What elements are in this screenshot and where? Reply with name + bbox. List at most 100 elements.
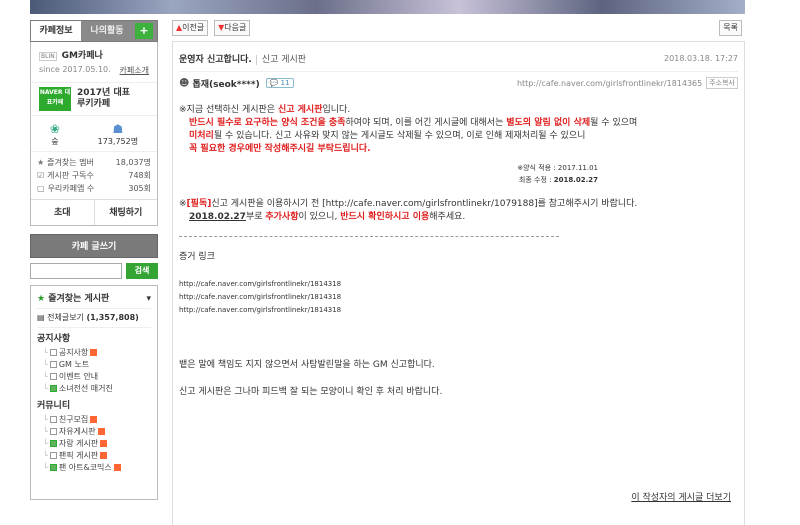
sidebar: 카페정보 나의활동 + BLIN GM카페나 since 2017.05.10.… (30, 20, 158, 500)
evidence-label: 증거 링크 (179, 252, 215, 262)
board-icon (49, 385, 57, 392)
stat-rank[interactable]: ❀ 숲 (50, 122, 60, 147)
sidebar-menu-item[interactable]: └ 팬 아트&코믹스 (37, 462, 151, 474)
notice-line-2: 반드시 필수로 요구하는 양식 조건을 충족하여야 되며, 이를 어긴 게시글에… (189, 118, 638, 128)
sidebar-menu-item[interactable]: └ GM 노트 (37, 359, 151, 371)
menu-item-label: 팬 아트&코믹스 (58, 463, 112, 472)
author-name[interactable]: 톱재(seok****) (192, 77, 259, 90)
menu-item-label: 친구모집 (58, 415, 89, 424)
tree-line: └ (43, 427, 48, 436)
award-line-2: 루키카페 (77, 99, 111, 109)
next-post-button[interactable]: ▼다음글 (214, 20, 251, 36)
stat-members[interactable]: ☗ 173,752명 (98, 122, 138, 147)
board-category-link[interactable]: 신고 게시판 (255, 55, 307, 65)
list-button[interactable]: 목록 (719, 20, 742, 36)
tab-add-button[interactable]: + (135, 23, 153, 39)
article-title: 운영자 신고합니다. 신고 게시판 (179, 52, 307, 65)
form-modified-date: 최종 수정 : 2018.02.27 (518, 176, 598, 184)
naver-award-badge: NAVER 대표카페 (39, 87, 71, 111)
menu-section-title: 커뮤니티 (37, 401, 71, 411)
tab-cafe-info[interactable]: 카페정보 (31, 21, 81, 41)
board-icon (49, 416, 57, 423)
notice-line-6: 2018.02.27부로 추가사항이 있으니, 반드시 확인하시고 이용해주세요… (189, 212, 466, 222)
board-menu: ★ 즐겨찾는 게시판 ▾ ▤ 전체글보기 (1,357,808) 공지사항 └ 공지… (30, 285, 158, 500)
tree-line: └ (43, 415, 48, 424)
tree-line: └ (43, 360, 48, 369)
search-button[interactable]: 검색 (126, 263, 158, 279)
article-body: ※지금 선택하신 게시판은 신고 게시판입니다. 반드시 필수로 요구하는 양식… (179, 94, 738, 399)
row-app: ▢ 우리카페앱 수 305회 (37, 182, 151, 195)
menu-sections: 공지사항 └ 공지사항 └ GM 노트 └ 이벤트 안내 └ 소녀전선 매거진 커뮤니티 └ 친구모집… (37, 331, 151, 474)
row-value: 748회 (128, 171, 151, 180)
evidence-link[interactable]: http://cafe.naver.com/girlsfrontlinekr/1… (179, 278, 738, 291)
board-icon (49, 349, 57, 356)
row-label: 즐겨찾는 멤버 (47, 158, 94, 167)
new-badge-icon (100, 452, 108, 459)
members-value: 173,752명 (97, 137, 139, 146)
search-input[interactable] (30, 263, 122, 279)
cafe-stats: ❀ 숲 ☗ 173,752명 (31, 115, 157, 151)
divider (179, 236, 559, 237)
write-post-button[interactable]: 카페 글쓰기 (30, 234, 158, 258)
article-header: 운영자 신고합니다. 신고 게시판 2018.03.18. 17:27 (179, 46, 738, 72)
board-icon: ▤ (37, 313, 45, 322)
menu-section-title: 공지사항 (37, 334, 71, 344)
board-icon (49, 428, 57, 435)
sidebar-menu-item[interactable]: └ 공지사항 (37, 347, 151, 359)
award-banner[interactable]: NAVER 대표카페 2017년 대표 루키카페 (31, 82, 157, 115)
sidebar-menu-item[interactable]: └ 팬픽 게시판 (37, 450, 151, 462)
evidence-links: http://cafe.naver.com/girlsfrontlinekr/1… (179, 278, 738, 317)
new-badge-icon (100, 440, 108, 447)
row-value: 18,037명 (115, 158, 151, 167)
invite-button[interactable]: 초대 (31, 200, 94, 225)
new-badge-icon (113, 464, 121, 471)
sidebar-menu-item[interactable]: └ 이벤트 안내 (37, 371, 151, 383)
chevron-down-icon[interactable]: ▾ (146, 290, 151, 308)
sidebar-menu-item[interactable]: └ 친구모집 (37, 414, 151, 426)
award-line-1: 2017년 대표 (77, 88, 131, 98)
menu-item-label: 자랑 게시판 (58, 439, 99, 448)
evidence-link[interactable]: http://cafe.naver.com/girlsfrontlinekr/1… (179, 291, 738, 304)
chat-button[interactable]: 채팅하기 (93, 200, 158, 225)
board-icon (49, 464, 57, 471)
menu-item-label: GM 노트 (58, 360, 90, 369)
notice-line-3: 미처리될 수 있습니다. 신고 사유와 맞지 않는 게시글도 삭제될 수 있으며… (189, 131, 586, 141)
board-icon (49, 373, 57, 380)
all-posts-count: (1,357,808) (86, 313, 139, 322)
since-date: since 2017.05.10. (39, 65, 111, 74)
tree-line: └ (43, 439, 48, 448)
menu-item-label: 공지사항 (58, 348, 89, 357)
article: 운영자 신고합니다. 신고 게시판 2018.03.18. 17:27 ☻ 톱재(… (172, 41, 745, 525)
cafe-name: BLIN GM카페나 (31, 42, 157, 65)
tab-my-activity[interactable]: 나의활동 (81, 21, 133, 41)
sidebar-menu-item[interactable]: └ 소녀전선 매거진 (37, 383, 151, 395)
prev-post-button[interactable]: ▲이전글 (172, 20, 209, 36)
sidebar-menu-item[interactable]: └ 자유게시판 (37, 426, 151, 438)
new-badge-icon (90, 349, 98, 356)
form-applied-date: ※양식 적용 : 2017.11.01 (517, 164, 598, 172)
rank-value: 숲 (51, 137, 59, 146)
cafe-intro-link[interactable]: 카페소개 (120, 65, 149, 76)
comment-count[interactable]: 💬 11 (265, 78, 294, 88)
prev-label: 이전글 (182, 23, 205, 32)
menu-item-label: 팬픽 게시판 (58, 451, 99, 460)
board-icon (49, 361, 57, 368)
more-author-posts-link[interactable]: 이 작성자의 게시글 더보기 (631, 490, 731, 503)
row-value: 305회 (128, 184, 151, 193)
cafe-info-box: BLIN GM카페나 since 2017.05.10. 카페소개 NAVER … (30, 42, 158, 226)
article-nav: ▲이전글 ▼다음글 목록 (172, 20, 745, 36)
sidebar-menu-item[interactable]: └ 자랑 게시판 (37, 438, 151, 450)
tree-line: └ (43, 463, 48, 472)
copy-url-button[interactable]: 주소복사 (706, 77, 738, 89)
board-icon (49, 440, 57, 447)
next-label: 다음글 (224, 23, 247, 32)
favorite-boards[interactable]: ★ 즐겨찾는 게시판 ▾ (37, 290, 151, 309)
body-paragraph-1: 뱉은 말에 책임도 지지 않으면서 사탕발린말을 하는 GM 신고합니다. (179, 360, 435, 370)
star-icon: ★ (37, 294, 46, 304)
row-label: 게시판 구독수 (47, 171, 94, 180)
all-posts-label: 전체글보기 (47, 313, 84, 322)
all-posts-link[interactable]: ▤ 전체글보기 (1,357,808) (37, 309, 151, 328)
app-icon: ▢ (37, 184, 45, 193)
cafe-title[interactable]: GM카페나 (62, 51, 103, 61)
evidence-link[interactable]: http://cafe.naver.com/girlsfrontlinekr/1… (179, 304, 738, 317)
